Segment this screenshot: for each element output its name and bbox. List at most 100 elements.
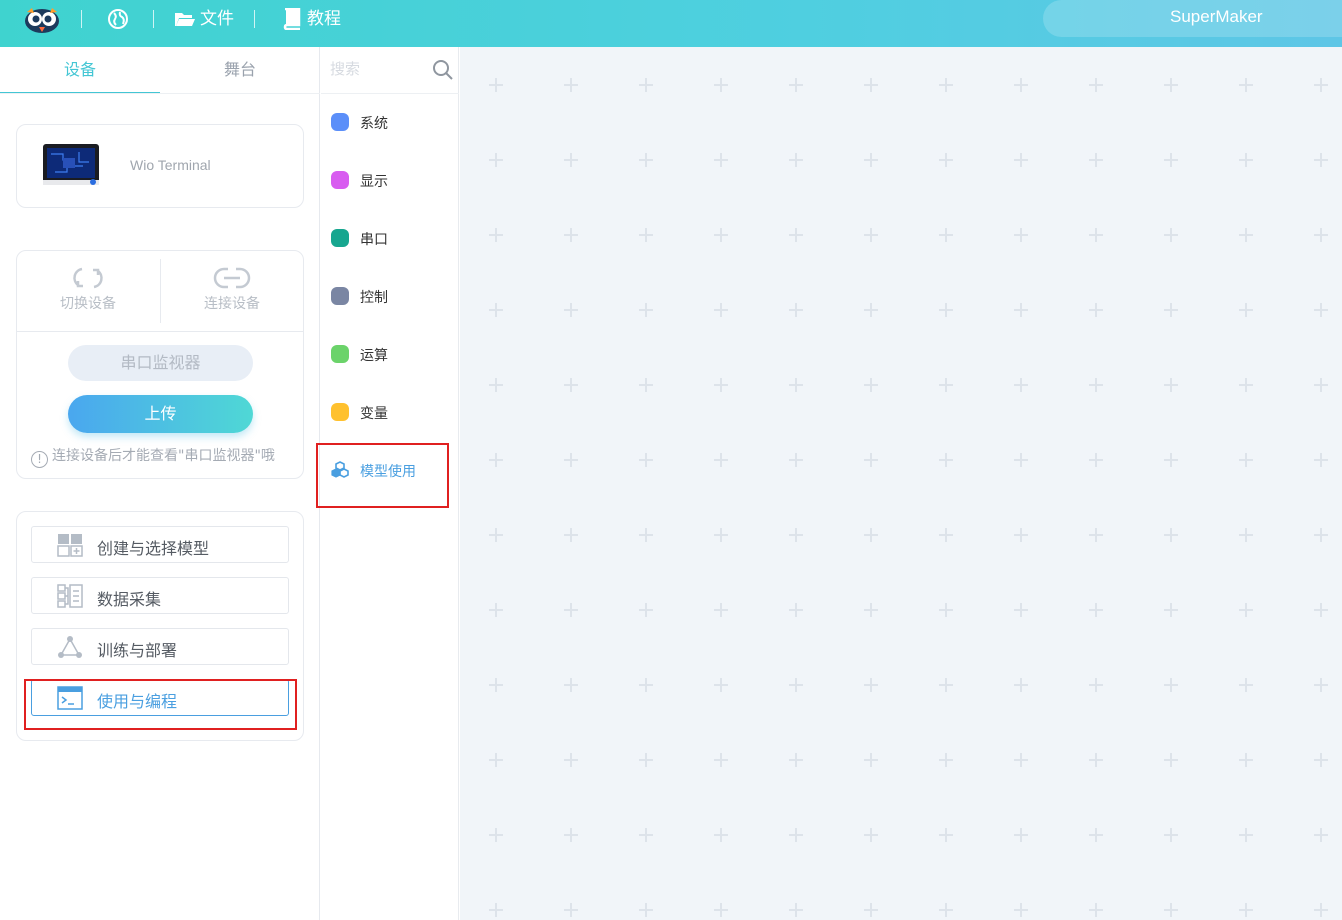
- search-icon[interactable]: [432, 59, 454, 81]
- owl-logo-icon[interactable]: [24, 6, 60, 34]
- grid-plus-mark: [1164, 678, 1178, 692]
- grid-plus-mark: [639, 378, 653, 392]
- device-name: Wio Terminal: [130, 157, 211, 173]
- grid-plus-mark: [489, 528, 503, 542]
- grid-plus-mark: [639, 528, 653, 542]
- switch-device-button[interactable]: 切换设备: [33, 265, 143, 313]
- grid-plus-mark: [639, 903, 653, 917]
- category-label: 运算: [360, 348, 388, 364]
- grid-plus-mark: [639, 228, 653, 242]
- grid-plus-mark: [639, 753, 653, 767]
- grid-plus-mark: [864, 78, 878, 92]
- folder-open-icon[interactable]: [174, 8, 196, 30]
- grid-plus-mark: [1314, 453, 1328, 467]
- grid-plus-mark: [1239, 903, 1253, 917]
- highlight-box: [316, 443, 449, 508]
- grid-plus-mark: [1089, 228, 1103, 242]
- grid-plus-mark: [939, 303, 953, 317]
- grid-plus-mark: [564, 603, 578, 617]
- grid-plus-mark: [939, 528, 953, 542]
- grid-plus-mark: [1089, 153, 1103, 167]
- info-icon: !: [31, 451, 48, 468]
- file-menu[interactable]: 文件: [200, 8, 234, 30]
- grid-plus-mark: [714, 153, 728, 167]
- grid-plus-mark: [564, 78, 578, 92]
- grid-plus-mark: [639, 303, 653, 317]
- book-icon[interactable]: [283, 8, 303, 30]
- grid-plus-mark: [1014, 378, 1028, 392]
- create-select-model-button[interactable]: 创建与选择模型: [31, 526, 289, 563]
- category-label: 系统: [360, 116, 388, 132]
- grid-plus-mark: [1014, 753, 1028, 767]
- grid-plus-mark: [1014, 678, 1028, 692]
- search-input[interactable]: 搜索: [330, 58, 360, 79]
- upload-button[interactable]: 上传: [68, 395, 253, 433]
- grid-plus-mark: [1164, 828, 1178, 842]
- grid-plus-mark: [789, 678, 803, 692]
- grid-plus-mark: [1314, 678, 1328, 692]
- grid-plus-mark: [1164, 453, 1178, 467]
- grid-plus-mark: [1014, 78, 1028, 92]
- grid-plus-mark: [564, 828, 578, 842]
- grid-plus-mark: [639, 453, 653, 467]
- globe-icon[interactable]: [107, 8, 129, 30]
- grid-plus-mark: [1314, 153, 1328, 167]
- topbar-divider: [254, 10, 255, 28]
- grid-plus-mark: [789, 903, 803, 917]
- category-color-dot: [331, 403, 349, 421]
- user-name[interactable]: SuperMaker: [1170, 7, 1263, 27]
- data-collection-button[interactable]: 数据采集: [31, 577, 289, 614]
- code-workspace[interactable]: [460, 47, 1342, 920]
- grid-plus-mark: [1014, 153, 1028, 167]
- grid-plus-mark: [789, 228, 803, 242]
- grid-plus-mark: [789, 828, 803, 842]
- grid-plus-mark: [1239, 753, 1253, 767]
- grid-plus-mark: [1164, 528, 1178, 542]
- serial-hint-text: 连接设备后才能查看"串口监视器"哦: [52, 448, 275, 464]
- grid-plus-mark: [489, 378, 503, 392]
- control-divider: [160, 259, 161, 323]
- grid-plus-mark: [564, 153, 578, 167]
- wio-terminal-device-image: [43, 144, 99, 185]
- grid-plus-mark: [1239, 603, 1253, 617]
- grid-plus-mark: [714, 378, 728, 392]
- grid-plus-mark: [564, 678, 578, 692]
- grid-plus-mark: [639, 828, 653, 842]
- grid-plus-mark: [564, 453, 578, 467]
- grid-plus-mark: [789, 378, 803, 392]
- train-deploy-button[interactable]: 训练与部署: [31, 628, 289, 665]
- tab-stage[interactable]: 舞台: [160, 47, 320, 94]
- grid-plus-mark: [864, 828, 878, 842]
- category-color-dot: [331, 287, 349, 305]
- workspace-grid: [489, 78, 1328, 917]
- grid-plus-mark: [939, 903, 953, 917]
- tab-device[interactable]: 设备: [0, 47, 160, 94]
- grid-plus-mark: [1014, 453, 1028, 467]
- grid-plus-mark: [1089, 753, 1103, 767]
- category-label: 变量: [360, 406, 388, 422]
- grid-plus-mark: [939, 678, 953, 692]
- grid-plus-mark: [939, 228, 953, 242]
- grid-plus-mark: [1314, 828, 1328, 842]
- grid-plus-mark: [864, 228, 878, 242]
- grid-plus-mark: [1314, 903, 1328, 917]
- grid-plus-mark: [864, 528, 878, 542]
- serial-monitor-button[interactable]: 串口监视器: [68, 345, 253, 381]
- grid-plus-mark: [1314, 603, 1328, 617]
- tutorial-menu[interactable]: 教程: [307, 8, 341, 30]
- grid-plus-mark: [639, 603, 653, 617]
- connect-device-button[interactable]: 连接设备: [177, 265, 287, 313]
- grid-plus-mark: [714, 528, 728, 542]
- grid-plus-mark: [1164, 378, 1178, 392]
- topbar-divider: [153, 10, 154, 28]
- grid-plus-mark: [1239, 453, 1253, 467]
- grid-plus-mark: [489, 153, 503, 167]
- data-collection-label: 数据采集: [97, 590, 162, 609]
- grid-plus-mark: [939, 453, 953, 467]
- grid-plus-mark: [489, 753, 503, 767]
- grid-plus-mark: [1089, 378, 1103, 392]
- device-card[interactable]: Wio Terminal: [16, 124, 304, 208]
- grid-plus-mark: [714, 78, 728, 92]
- data-collect-icon: [57, 584, 83, 608]
- grid-plus-mark: [939, 78, 953, 92]
